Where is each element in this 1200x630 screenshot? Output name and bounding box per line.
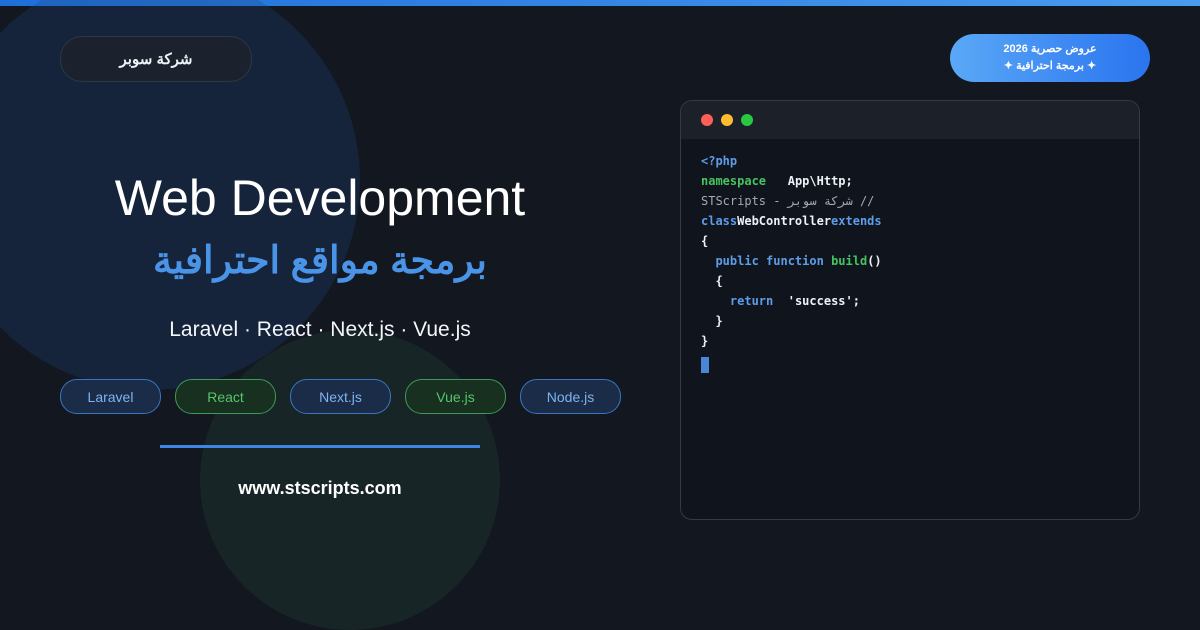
offer-line-1: عروض حصرية 2026 [1003, 43, 1097, 55]
code-editor-window: <?php namespace App\Http; // شركة سوبر -… [680, 100, 1140, 520]
code-line: // شركة سوبر - STScripts [701, 191, 882, 211]
method-parens: () [867, 254, 882, 268]
class-name: WebController [737, 214, 832, 228]
return-keyword: return [729, 294, 774, 308]
code-line: namespace App\Http; [701, 171, 882, 191]
website-url: www.stscripts.com [238, 478, 402, 498]
text-cursor [701, 357, 709, 373]
tech-chips: Laravel React Next.js Vue.js Node.js [60, 379, 621, 414]
inner-open-brace: { [715, 274, 723, 288]
chip-laravel: Laravel [60, 379, 161, 414]
code-line: { [701, 271, 882, 291]
chip-nodejs: Node.js [520, 379, 621, 414]
offer-line-2: ✦ برمجة احترافية ✦ [1003, 60, 1097, 72]
chip-vuejs: Vue.js [405, 379, 506, 414]
class-keyword: class [701, 214, 738, 228]
inner-close-brace: } [715, 314, 723, 328]
code-block: <?php namespace App\Http; // شركة سوبر -… [701, 151, 882, 373]
method-name: build [831, 254, 868, 268]
code-line: <?php [701, 151, 882, 171]
namespace-name: App\Http; [787, 174, 853, 188]
editor-titlebar [681, 101, 1139, 139]
public-function-keyword: public function [715, 254, 824, 268]
chip-nextjs: Next.js [290, 379, 391, 414]
brand-badge: شركة سوبر [60, 36, 252, 82]
chip-react: React [175, 379, 276, 414]
code-comment: // شركة سوبر - STScripts [701, 194, 875, 208]
offer-badge: عروض حصرية 2026 ✦ برمجة احترافية ✦ [950, 34, 1150, 82]
close-brace: } [701, 334, 709, 348]
php-open-tag: <?php [701, 154, 738, 168]
hero-subtitle: برمجة مواقع احترافية [153, 240, 487, 282]
code-line: { [701, 231, 882, 251]
code-line: } [701, 331, 882, 351]
code-line: } [701, 311, 882, 331]
return-value: 'success'; [787, 294, 860, 308]
extends-keyword: extends [831, 214, 882, 228]
tech-stack-line: Laravel · React · Next.js · Vue.js [169, 318, 471, 341]
hero-title: Web Development [114, 170, 526, 226]
minimize-dot-icon [721, 114, 733, 126]
code-line: classWebControllerextends [701, 211, 882, 231]
close-dot-icon [701, 114, 713, 126]
namespace-keyword: namespace [701, 174, 767, 188]
code-line: public function build() [701, 251, 882, 271]
open-brace: { [701, 234, 709, 248]
code-line: return 'success'; [701, 291, 882, 311]
maximize-dot-icon [741, 114, 753, 126]
divider [160, 445, 480, 448]
